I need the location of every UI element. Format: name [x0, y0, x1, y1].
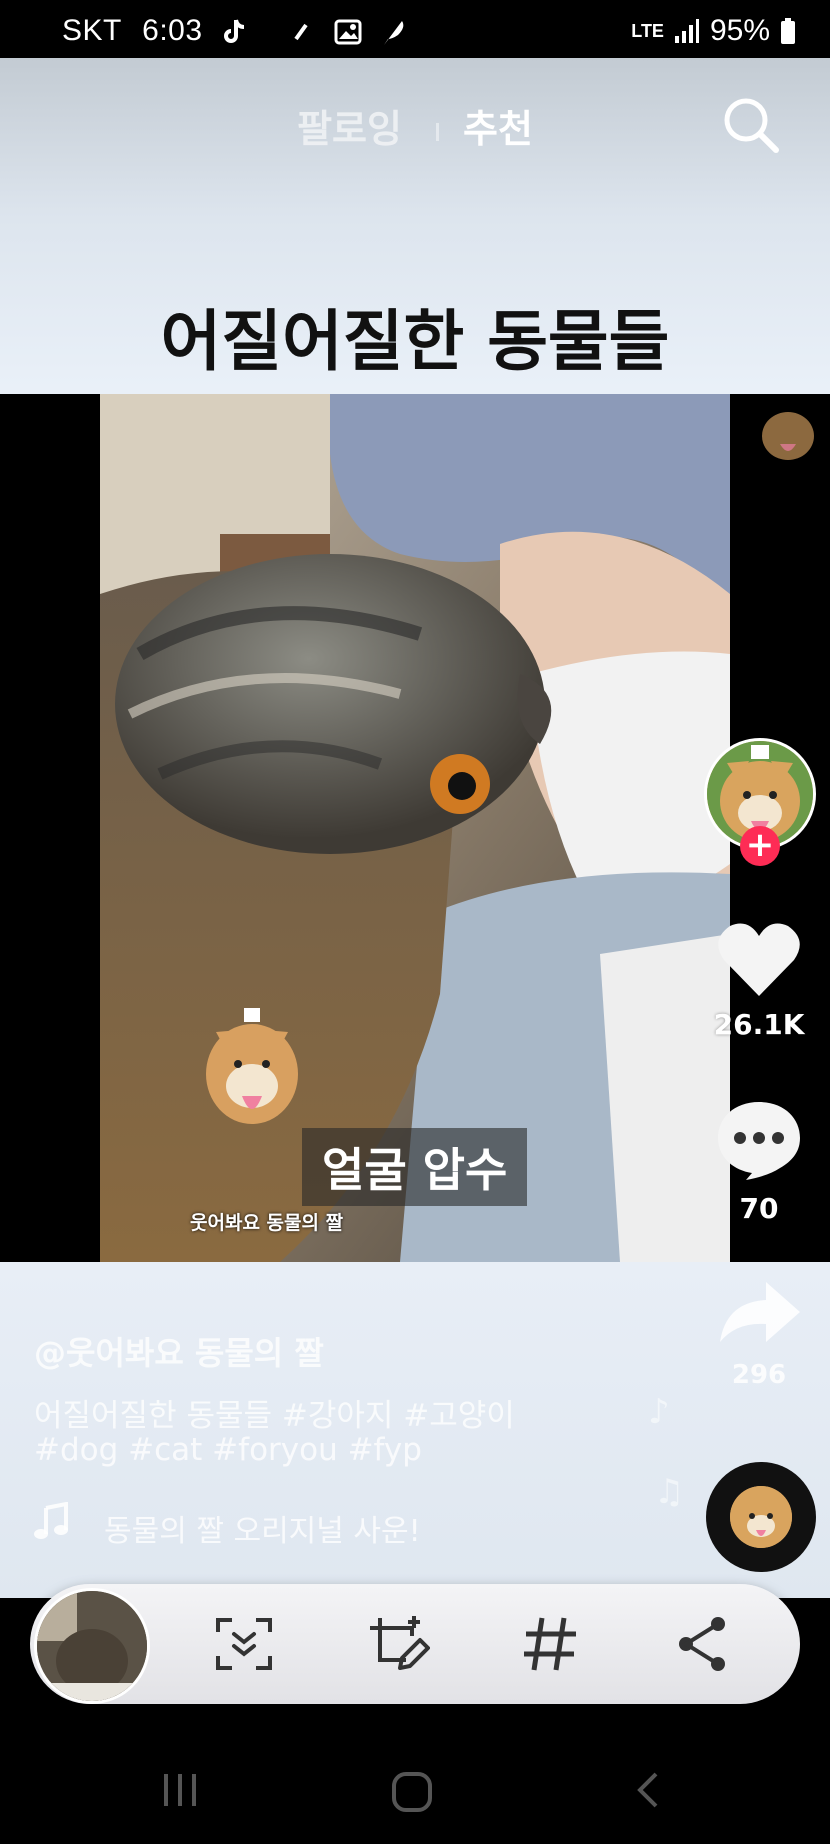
post-username[interactable]: @웃어봐요 동물의 짤 — [34, 1328, 324, 1374]
scroll-capture-icon[interactable] — [212, 1612, 276, 1676]
sound-name[interactable]: 동물의 짤 오리지널 사운! — [104, 1506, 421, 1550]
heart-icon[interactable] — [716, 920, 802, 1000]
search-icon[interactable] — [722, 96, 780, 154]
crop-edit-icon[interactable] — [366, 1612, 430, 1676]
gallery-notification-icon — [334, 19, 362, 45]
battery-percent: 95% — [709, 14, 770, 47]
post-description-line2: #dog #cat #foryou #fyp — [34, 1432, 422, 1468]
like-count: 26.1K — [713, 1008, 805, 1041]
video-caption: 얼굴 압수 — [302, 1128, 528, 1206]
tab-following[interactable]: 팔로잉 — [297, 98, 402, 153]
share-icon[interactable] — [670, 1612, 734, 1676]
share-arrow-icon[interactable] — [716, 1278, 802, 1348]
tab-recommended[interactable]: 추천 — [463, 98, 533, 153]
status-left: SKT 6:03 — [62, 14, 408, 48]
top-tabs: 팔로잉 추천 — [0, 98, 830, 153]
floating-note-icon: ♫ — [654, 1472, 685, 1512]
tab-divider — [435, 122, 439, 141]
screenshot-thumbnail[interactable] — [34, 1588, 150, 1704]
video-watermark: 웃어봐요 동물의 짤 — [190, 1212, 344, 1234]
carrier-label: SKT — [62, 14, 122, 47]
video-title: 어질어질한 동물들 — [160, 303, 670, 380]
music-note-icon — [34, 1502, 68, 1539]
home-icon[interactable] — [390, 1770, 434, 1814]
sound-disc-cover — [730, 1486, 792, 1548]
clock: 6:03 — [142, 14, 203, 47]
hashtag-icon[interactable] — [518, 1612, 582, 1676]
follow-button[interactable]: + — [740, 826, 780, 866]
status-right: LTE 95% — [631, 14, 796, 48]
share-count: 296 — [731, 1360, 787, 1390]
corner-dog-thumbnail — [762, 412, 814, 460]
feather-notification-icon — [383, 21, 404, 46]
sound-disc-dog-image — [730, 1486, 792, 1548]
sync-notification-icon — [294, 23, 308, 41]
battery-icon — [781, 18, 795, 44]
network-type: LTE — [631, 21, 664, 41]
signal-icon — [674, 19, 699, 43]
tiktok-notification-icon — [224, 19, 245, 44]
thumbnail-image — [37, 1591, 147, 1701]
back-icon[interactable] — [632, 1770, 662, 1810]
recent-apps-icon[interactable] — [160, 1770, 200, 1810]
status-bar: SKT 6:03 LTE 95% — [0, 0, 830, 58]
floating-note-icon: ♪ — [648, 1392, 670, 1432]
comment-icon[interactable] — [716, 1098, 802, 1180]
comment-count: 70 — [739, 1192, 779, 1225]
post-description-line1: 어질어질한 동물들 #강아지 #고양이 — [34, 1398, 515, 1434]
